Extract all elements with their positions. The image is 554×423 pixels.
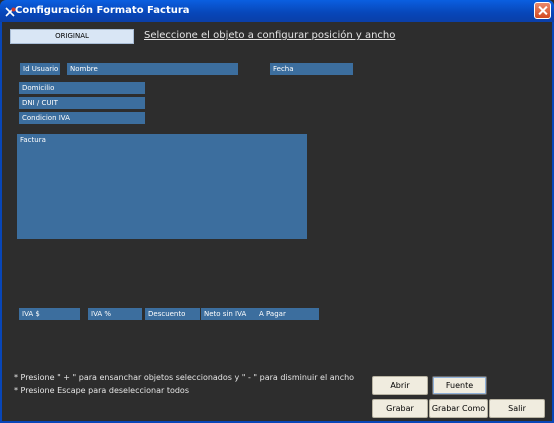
close-button[interactable] <box>534 2 551 19</box>
note-escape: * Presione Escape para deseleccionar tod… <box>14 386 189 395</box>
field-fecha[interactable]: Fecha <box>270 63 353 75</box>
field-iva-pct[interactable]: IVA % <box>88 308 142 320</box>
field-descuento[interactable]: Descuento <box>145 308 200 320</box>
field-neto-sin-iva[interactable]: Neto sin IVA <box>201 308 256 320</box>
grabar-como-button[interactable]: Grabar Como <box>429 399 488 418</box>
field-nombre[interactable]: Nombre <box>67 63 238 75</box>
abrir-button[interactable]: Abrir <box>372 376 428 395</box>
field-a-pagar[interactable]: A Pagar <box>256 308 319 320</box>
salir-button[interactable]: Salir <box>489 399 545 418</box>
title-bar[interactable]: Configuración Formato Factura <box>0 0 554 22</box>
field-factura[interactable]: Factura <box>17 134 307 239</box>
field-domicilio[interactable]: Domicilio <box>19 82 145 94</box>
field-dni-cuit[interactable]: DNI / CUIT <box>19 97 145 109</box>
config-window: Configuración Formato Factura ORIGINAL S… <box>0 0 554 423</box>
window-title: Configuración Formato Factura <box>15 5 190 16</box>
field-id-usuario[interactable]: Id Usuario <box>20 63 60 75</box>
field-iva-pesos[interactable]: IVA $ <box>19 308 80 320</box>
grabar-button[interactable]: Grabar <box>372 399 428 418</box>
fuente-button[interactable]: Fuente <box>432 376 487 395</box>
instruction-text: Seleccione el objeto a configurar posici… <box>144 30 396 41</box>
original-button[interactable]: ORIGINAL <box>10 29 134 44</box>
note-resize: * Presione " + " para ensanchar objetos … <box>14 373 355 382</box>
field-condicion-iva[interactable]: Condicion IVA <box>19 112 145 124</box>
